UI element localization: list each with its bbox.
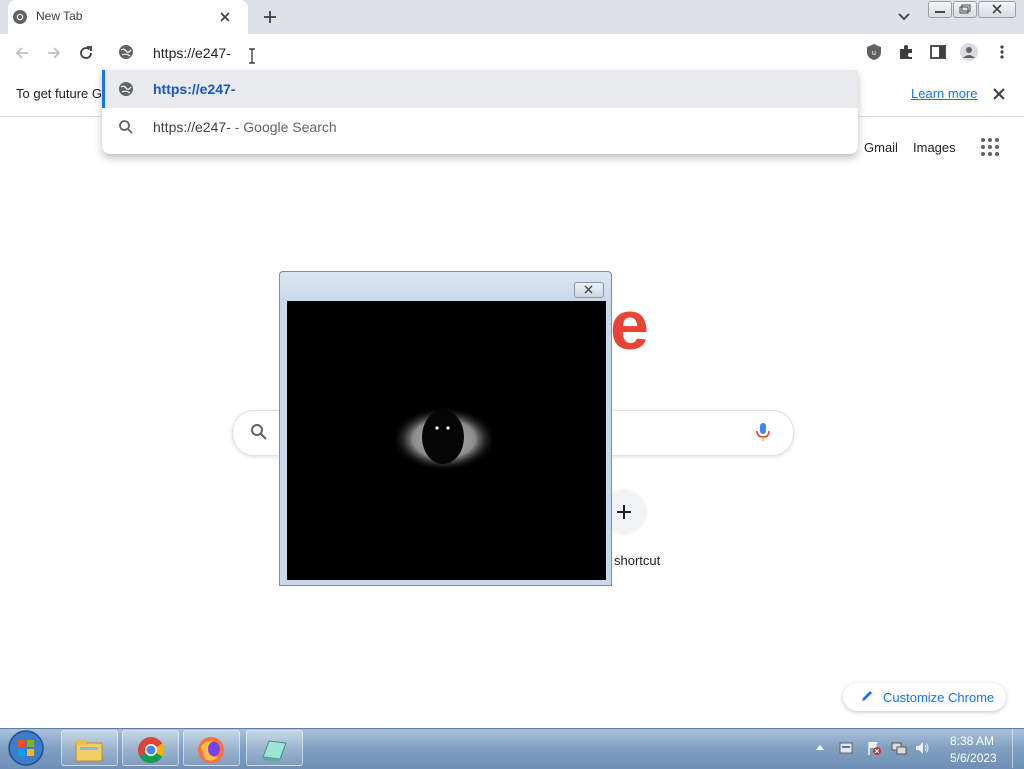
microphone-icon[interactable] <box>755 421 771 443</box>
search-icon <box>118 119 134 135</box>
chrome-icon <box>12 9 28 25</box>
chrome-icon <box>136 735 166 765</box>
suggestion-search-query: https://e247- <box>153 119 231 135</box>
globe-icon <box>118 81 134 97</box>
google-logo-fragment: e <box>610 286 649 364</box>
plus-icon <box>614 502 634 522</box>
show-desktop-button[interactable] <box>1012 729 1024 768</box>
app-icon <box>259 735 289 765</box>
gmail-link[interactable]: Gmail <box>864 140 898 155</box>
pencil-icon <box>860 689 874 703</box>
customize-chrome-label: Customize Chrome <box>883 690 995 705</box>
network-icon[interactable] <box>891 740 907 756</box>
action-center-flag-icon[interactable] <box>866 740 882 756</box>
volume-icon[interactable] <box>914 740 930 756</box>
svg-text:u: u <box>872 50 876 57</box>
popup-close-button[interactable] <box>574 282 604 298</box>
shortcut-label: shortcut <box>614 553 661 568</box>
side-panel-icon[interactable] <box>929 43 947 61</box>
close-tab-icon[interactable] <box>216 8 234 26</box>
window-minimize-button[interactable] <box>928 1 952 18</box>
forward-arrow-icon[interactable] <box>44 43 64 63</box>
text-cursor-icon <box>248 48 256 64</box>
tab-title: New Tab <box>36 9 83 23</box>
new-tab-plus-icon[interactable] <box>259 6 281 28</box>
clock-date[interactable]: 5/6/2023 <box>950 751 997 765</box>
tray-expand-icon[interactable] <box>815 743 825 751</box>
apps-grid-icon[interactable] <box>980 137 1000 157</box>
firefox-icon <box>196 735 226 765</box>
clock-time[interactable]: 8:38 AM <box>950 734 994 748</box>
suggestion-search-suffix: - Google Search <box>230 119 337 135</box>
search-icon <box>250 423 268 441</box>
info-bar-text: To get future G <box>16 86 102 101</box>
window-restore-button[interactable] <box>953 1 977 18</box>
ublock-shield-icon[interactable]: u <box>865 43 883 61</box>
selection-indicator <box>102 70 105 108</box>
extensions-puzzle-icon[interactable] <box>897 43 915 61</box>
back-arrow-icon[interactable] <box>12 43 32 63</box>
reload-icon[interactable] <box>76 43 96 63</box>
windows-start-icon[interactable] <box>7 729 45 767</box>
chevron-down-icon[interactable] <box>894 8 914 26</box>
explorer-icon <box>74 735 104 765</box>
learn-more-link[interactable]: Learn more <box>911 86 977 101</box>
omnibox-input[interactable]: https://e247- <box>153 45 231 61</box>
close-icon[interactable] <box>991 86 1007 102</box>
globe-icon <box>118 44 134 60</box>
suggestion-url-text: https://e247- <box>153 81 236 97</box>
profile-avatar-icon[interactable] <box>960 43 978 61</box>
window-close-button[interactable] <box>978 1 1016 18</box>
tray-app-icon[interactable] <box>838 740 854 756</box>
images-link[interactable]: Images <box>913 140 956 155</box>
menu-kebab-icon[interactable] <box>993 43 1011 61</box>
eye-image <box>287 301 606 580</box>
suggestion-search-text[interactable]: https://e247- - Google Search <box>153 119 337 135</box>
